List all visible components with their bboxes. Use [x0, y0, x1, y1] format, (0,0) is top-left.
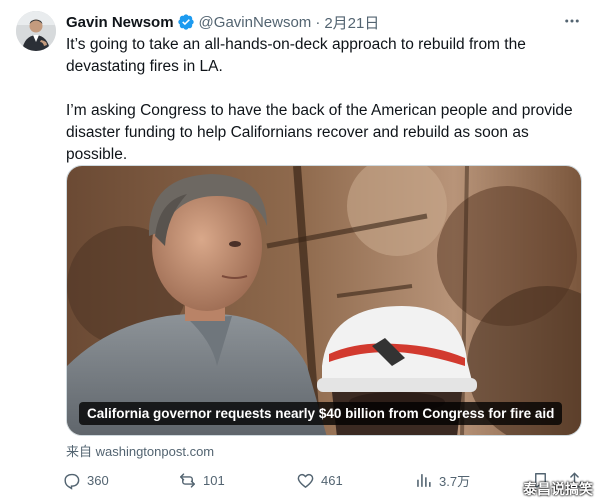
- author-handle[interactable]: @GavinNewsom: [199, 14, 312, 31]
- tweet[interactable]: Gavin Newsom @GavinNewsom · 2月21日 It’s g…: [0, 0, 597, 501]
- repost-button[interactable]: 101: [178, 468, 225, 492]
- avatar[interactable]: [16, 11, 56, 51]
- watermark: 泰昌说搞笑: [523, 481, 593, 497]
- tweet-header: Gavin Newsom @GavinNewsom · 2月21日: [66, 12, 379, 32]
- tweet-date[interactable]: 2月21日: [324, 12, 379, 33]
- views-icon: [417, 473, 431, 487]
- reply-count: 360: [87, 472, 109, 488]
- like-icon: [297, 473, 314, 488]
- repost-count: 101: [203, 472, 225, 488]
- author-name[interactable]: Gavin Newsom: [66, 14, 174, 31]
- reply-icon: [64, 473, 80, 490]
- tweet-text: It’s going to take an all-hands-on-deck …: [66, 34, 581, 166]
- views-button[interactable]: 3.7万: [414, 468, 470, 492]
- separator: ·: [315, 13, 321, 31]
- media-card[interactable]: California governor requests nearly $40 …: [66, 165, 582, 436]
- repost-icon: [180, 472, 195, 488]
- views-count: 3.7万: [439, 473, 471, 489]
- link-source[interactable]: 来自 washingtonpost.com: [66, 441, 214, 460]
- like-button[interactable]: 461: [296, 468, 343, 492]
- tweet-paragraph: It’s going to take an all-hands-on-deck …: [66, 36, 526, 75]
- verified-badge-icon: [177, 13, 195, 31]
- action-bar: 360 101 461 3.7万: [62, 468, 587, 492]
- reply-button[interactable]: 360: [62, 468, 109, 492]
- media-caption: California governor requests nearly $40 …: [79, 402, 563, 425]
- more-icon[interactable]: [561, 10, 583, 32]
- tweet-paragraph: I’m asking Congress to have the back of …: [66, 102, 573, 163]
- news-photo: [67, 166, 581, 435]
- like-count: 461: [321, 472, 343, 488]
